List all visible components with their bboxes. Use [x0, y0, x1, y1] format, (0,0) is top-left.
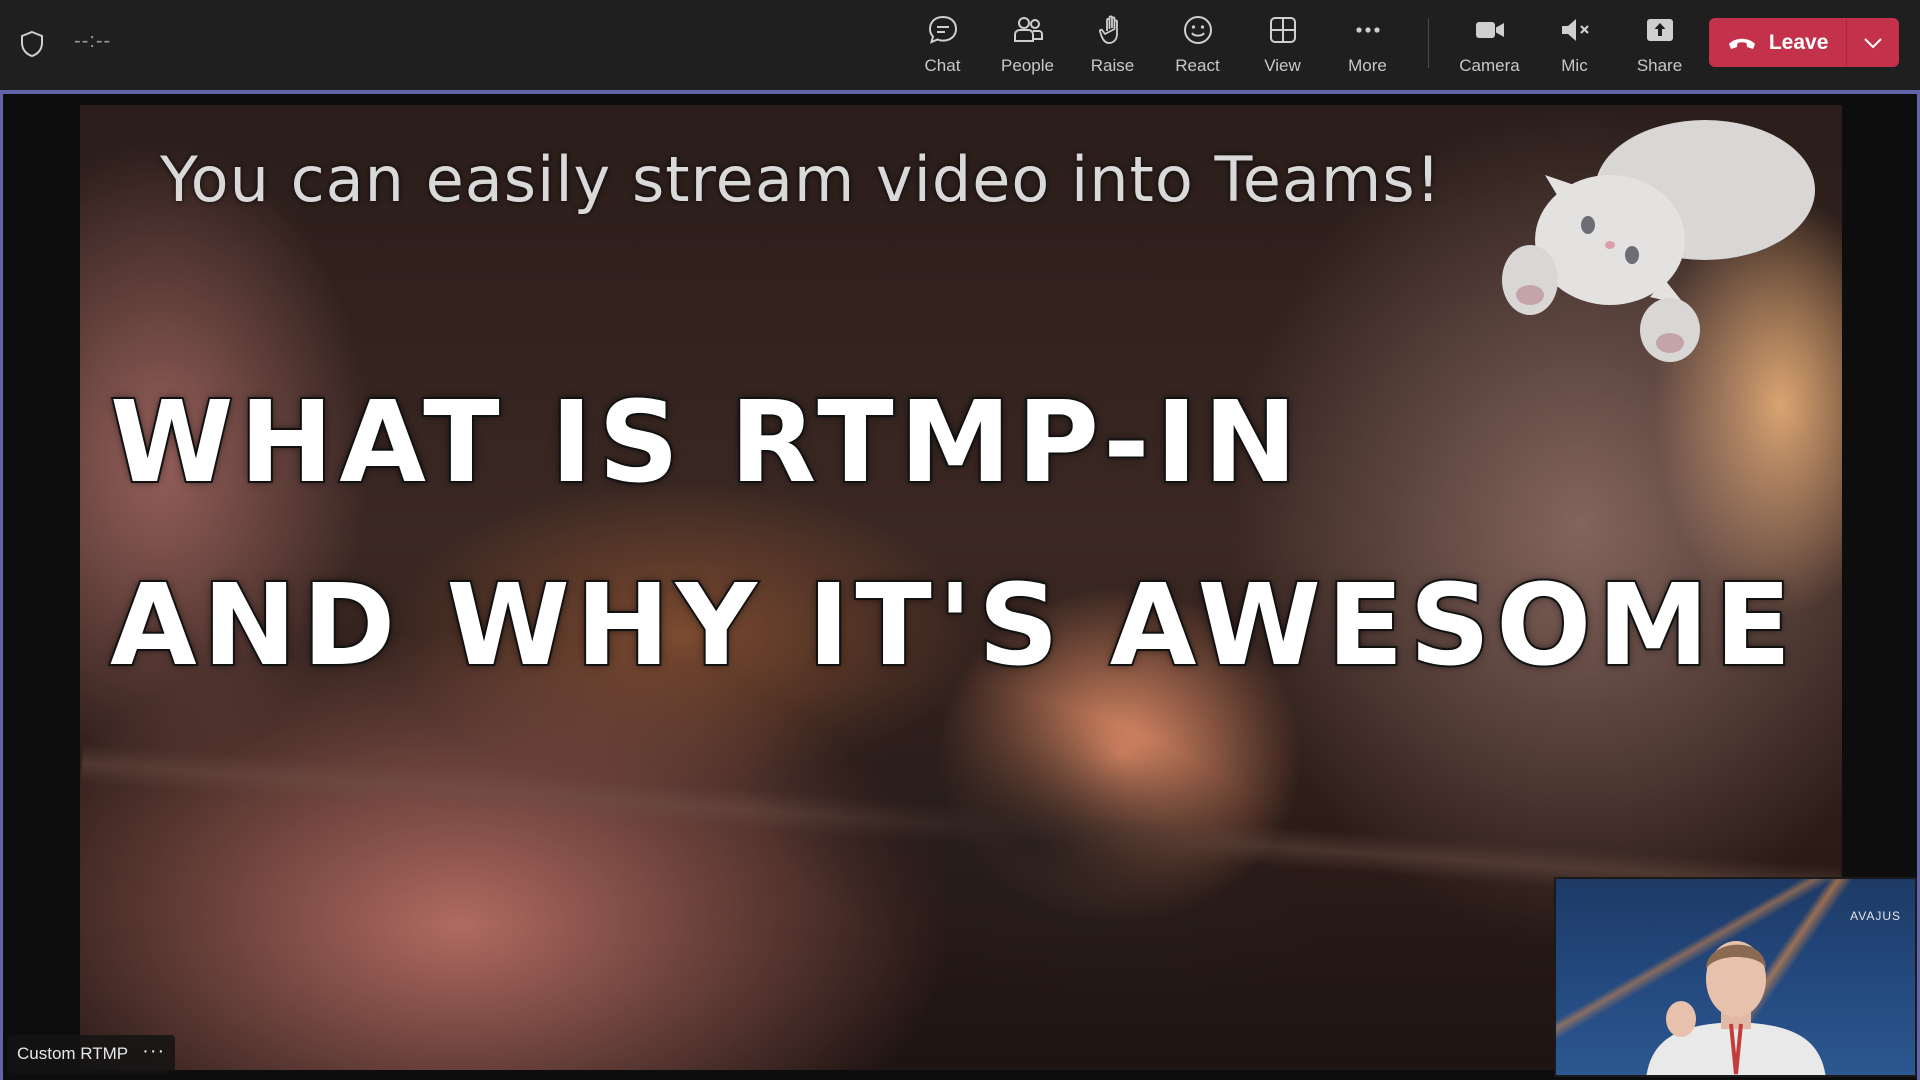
- view-button[interactable]: View: [1240, 10, 1325, 80]
- meeting-timer: --:--: [74, 30, 112, 52]
- toolbar-divider: [1428, 18, 1429, 68]
- mic-muted-icon: [1561, 19, 1589, 41]
- chat-button[interactable]: Chat: [900, 10, 985, 80]
- participant-more-options[interactable]: ···: [142, 1041, 165, 1067]
- presenter-avatar: [1646, 941, 1826, 1075]
- participant-name: Custom RTMP: [17, 1044, 129, 1063]
- leave-options-dropdown[interactable]: [1847, 18, 1899, 67]
- share-button[interactable]: Share: [1617, 10, 1702, 80]
- react-label: React: [1175, 56, 1220, 75]
- chat-icon: [928, 15, 957, 44]
- camera-icon: [1475, 22, 1504, 38]
- leave-button-group: Leave: [1709, 18, 1899, 67]
- raise-hand-button[interactable]: Raise: [1070, 10, 1155, 80]
- hangup-icon: [1728, 38, 1755, 49]
- people-icon: [1013, 17, 1043, 42]
- share-label: Share: [1636, 56, 1683, 75]
- meeting-toolbar: --:-- Chat People Raise React View More …: [0, 0, 1920, 94]
- chevron-down-icon: [1864, 37, 1882, 48]
- raise-label: Raise: [1090, 56, 1135, 75]
- people-button[interactable]: People: [985, 10, 1070, 80]
- share-icon: [1646, 19, 1673, 41]
- grid-icon: [1269, 17, 1296, 43]
- mic-button[interactable]: Mic: [1532, 10, 1617, 80]
- more-button[interactable]: More: [1325, 10, 1410, 80]
- leave-label: Leave: [1768, 30, 1829, 54]
- self-view-video[interactable]: AVAJUS: [1554, 877, 1917, 1077]
- background-logo: AVAJUS: [1850, 909, 1901, 923]
- chat-label: Chat: [924, 56, 961, 75]
- video-caption: You can easily stream video into Teams!: [160, 143, 1442, 216]
- cat-image: [1502, 120, 1815, 362]
- participant-name-tag: Custom RTMP ···: [7, 1035, 176, 1073]
- headline-line-1: WHAT IS RTMP-IN: [108, 378, 1304, 508]
- camera-label: Camera: [1459, 56, 1520, 75]
- toolbar-buttons: Chat People Raise React View More Camera…: [900, 10, 1702, 80]
- view-label: View: [1264, 56, 1301, 75]
- smiley-icon: [1183, 16, 1212, 44]
- shield-icon: [21, 30, 43, 58]
- camera-button[interactable]: Camera: [1447, 10, 1532, 80]
- headline-line-2: AND WHY IT'S AWESOME: [108, 561, 1798, 691]
- react-button[interactable]: React: [1155, 10, 1240, 80]
- people-label: People: [1001, 56, 1054, 75]
- ellipsis-icon: [1355, 27, 1380, 33]
- hand-icon: [1098, 15, 1118, 44]
- leave-button[interactable]: Leave: [1709, 18, 1848, 67]
- more-label: More: [1348, 56, 1387, 75]
- mic-label: Mic: [1561, 56, 1588, 75]
